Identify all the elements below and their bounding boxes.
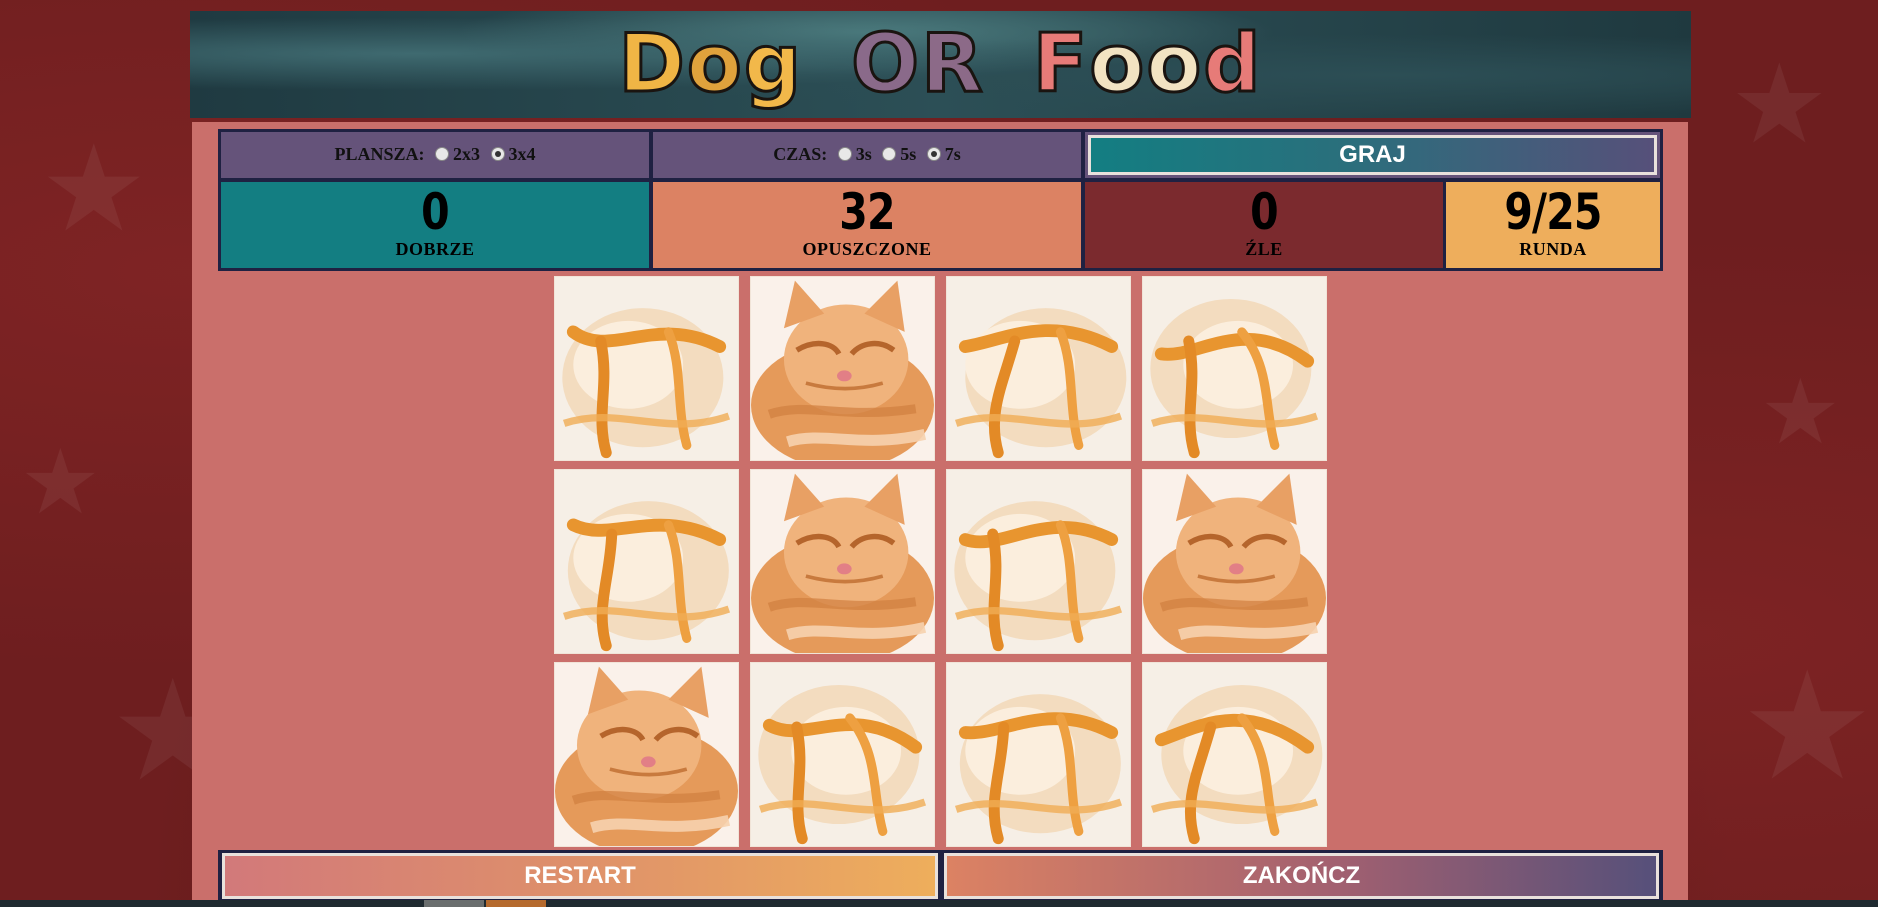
header-banner: Dog OR Food bbox=[190, 11, 1691, 118]
restart-button[interactable]: RESTART bbox=[222, 853, 938, 899]
board-size-label: PLANSZA: bbox=[334, 144, 425, 164]
play-button-cell: GRAJ bbox=[1082, 129, 1663, 181]
grid-tile-ice-cream[interactable] bbox=[946, 276, 1131, 461]
time-7s-option: 7s bbox=[944, 144, 961, 164]
logo-letter: g bbox=[742, 17, 804, 110]
board-size-control: PLANSZA: 2x3 3x4 bbox=[218, 129, 652, 181]
time-5s-option: 5s bbox=[900, 144, 917, 164]
wrong-stat: 0 ŹLE bbox=[1082, 179, 1446, 271]
missed-label: OPUSZCZONE bbox=[802, 239, 932, 259]
correct-count: 0 bbox=[421, 183, 450, 241]
grid-tile-ice-cream[interactable] bbox=[946, 662, 1131, 847]
ice-cream-image bbox=[555, 470, 738, 653]
correct-stat: 0 DOBRZE bbox=[218, 179, 652, 271]
logo-letter: D bbox=[617, 17, 687, 110]
grid-tile-ice-cream[interactable] bbox=[1142, 662, 1327, 847]
logo-letter: R bbox=[920, 17, 985, 110]
time-5s-radio[interactable] bbox=[882, 147, 897, 161]
correct-label: DOBRZE bbox=[395, 239, 475, 259]
logo-letter: o bbox=[1088, 17, 1147, 110]
kitten-image bbox=[751, 470, 934, 653]
missed-count: 32 bbox=[839, 183, 895, 241]
ice-cream-image bbox=[1143, 663, 1326, 846]
time-7s-radio[interactable] bbox=[926, 147, 941, 161]
board-3x4-radio[interactable] bbox=[490, 147, 505, 161]
round-label: RUNDA bbox=[1519, 239, 1587, 259]
ice-cream-image bbox=[1143, 277, 1326, 460]
kitten-image bbox=[555, 663, 738, 846]
kitten-image bbox=[1143, 470, 1326, 653]
time-3s-radio[interactable] bbox=[837, 147, 852, 161]
ice-cream-image bbox=[555, 277, 738, 460]
wrong-count: 0 bbox=[1250, 183, 1279, 241]
round-count: 9/25 bbox=[1504, 183, 1602, 241]
time-control: CZAS: 3s 5s 7s bbox=[650, 129, 1084, 181]
ice-cream-image bbox=[947, 663, 1130, 846]
logo-letter: o bbox=[685, 17, 744, 110]
ice-cream-image bbox=[947, 470, 1130, 653]
grid-tile-ice-cream[interactable] bbox=[750, 662, 935, 847]
taskbar-segment bbox=[424, 900, 484, 907]
round-stat: 9/25 RUNDA bbox=[1443, 179, 1663, 271]
board-3x4-option: 3x4 bbox=[508, 144, 536, 164]
logo: Dog OR Food bbox=[190, 17, 1691, 110]
end-game-button[interactable]: ZAKOŃCZ bbox=[944, 853, 1659, 899]
ice-cream-image bbox=[751, 663, 934, 846]
ice-cream-image bbox=[947, 277, 1130, 460]
wrong-label: ŹLE bbox=[1245, 239, 1283, 259]
play-button[interactable]: GRAJ bbox=[1088, 135, 1657, 175]
grid-tile-ice-cream[interactable] bbox=[554, 276, 739, 461]
logo-letter: O bbox=[850, 17, 922, 110]
taskbar-segment bbox=[486, 900, 546, 907]
taskbar-strip bbox=[0, 900, 1878, 907]
board-2x3-option: 2x3 bbox=[453, 144, 480, 164]
logo-letter: F bbox=[1031, 17, 1090, 110]
time-label: CZAS: bbox=[773, 144, 828, 164]
missed-stat: 32 OPUSZCZONE bbox=[650, 179, 1084, 271]
logo-letter: d bbox=[1202, 17, 1263, 110]
grid-tile-ice-cream[interactable] bbox=[1142, 276, 1327, 461]
grid-tile-kitten[interactable] bbox=[554, 662, 739, 847]
time-3s-option: 3s bbox=[855, 144, 872, 164]
board-2x3-radio[interactable] bbox=[435, 147, 449, 161]
grid-tile-kitten[interactable] bbox=[1142, 469, 1327, 654]
logo-letter: o bbox=[1145, 17, 1204, 110]
grid-tile-kitten[interactable] bbox=[750, 469, 935, 654]
kitten-image bbox=[751, 277, 934, 460]
grid-tile-ice-cream[interactable] bbox=[946, 469, 1131, 654]
grid-tile-kitten[interactable] bbox=[750, 276, 935, 461]
grid-tile-ice-cream[interactable] bbox=[554, 469, 739, 654]
